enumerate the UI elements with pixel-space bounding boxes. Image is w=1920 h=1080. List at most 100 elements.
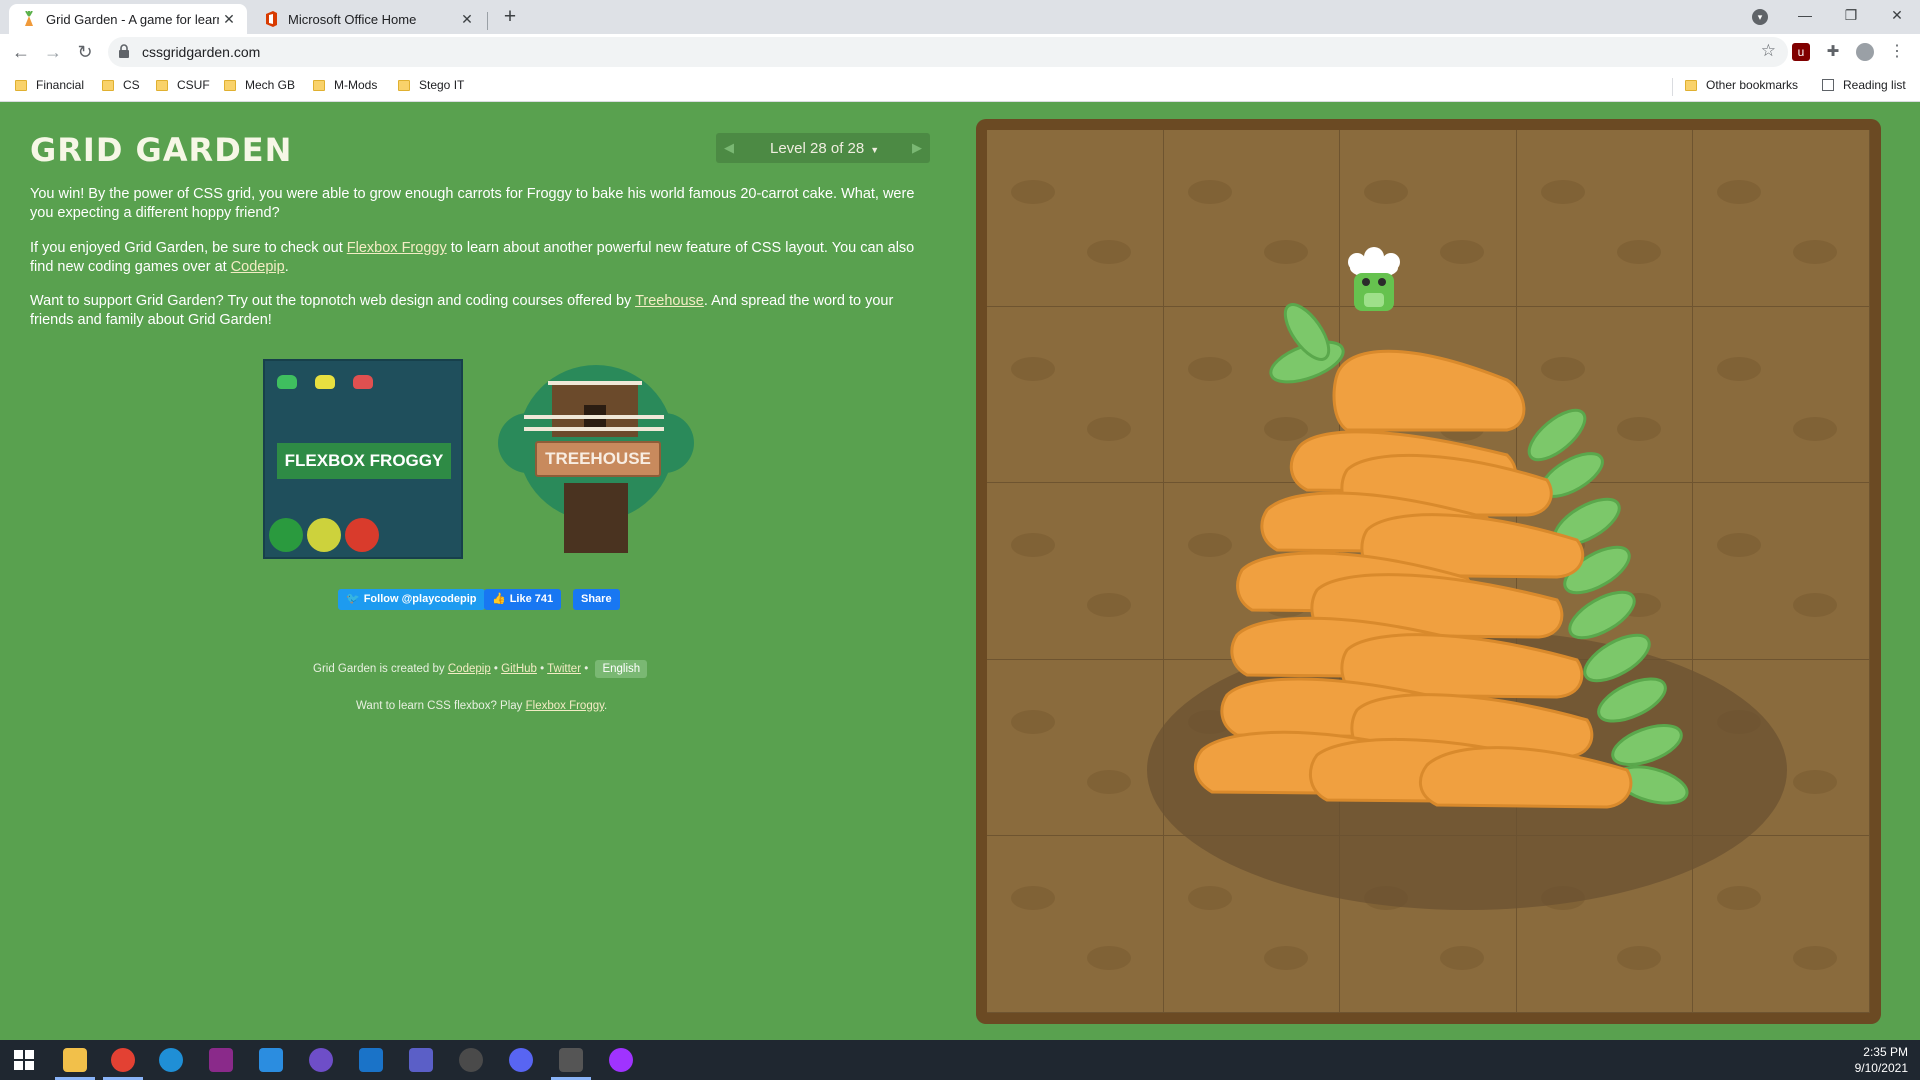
carrot-favicon-icon [21,11,37,27]
thumbs-up-icon: 👍 [492,593,506,605]
clock-date: 9/10/2021 [1854,1061,1908,1075]
pdf-app-icon[interactable] [209,1048,233,1072]
file-explorer-icon[interactable] [63,1048,87,1072]
enjoy-paragraph: If you enjoyed Grid Garden, be sure to c… [30,239,935,277]
bookmark-star-icon[interactable]: ☆ [1761,41,1776,61]
windows-start-icon[interactable] [12,1048,36,1072]
close-tab-icon[interactable]: ✕ [457,11,477,28]
folder-icon [313,79,325,91]
twitter-link[interactable]: Twitter [547,663,581,675]
forward-arrow-icon[interactable]: → [40,39,66,65]
bookmark-label: M-Mods [334,78,378,92]
windows-taskbar: 2:35 PM 9/10/2021 [0,1040,1920,1080]
red-frog-icon [353,375,373,389]
minimize-icon[interactable]: — [1782,2,1828,30]
level-text: Level 28 of 28 [770,140,865,157]
yellow-lilypad-icon [307,518,341,552]
bookmark-label: Financial [36,78,85,92]
text: • [536,663,548,675]
tab-strip: Grid Garden - A game for learnin ✕ Micro… [0,0,1920,34]
github-link[interactable]: GitHub [501,663,537,675]
flexbox-froggy-label: FLEXBOX FROGGY [277,443,451,479]
froggy-chef-icon [1348,247,1400,311]
tab-office[interactable]: Microsoft Office Home ✕ [251,4,485,34]
bookmark-label: Stego IT [419,78,465,92]
win-paragraph: You win! By the power of CSS grid, you w… [30,186,915,221]
extensions-puzzle-icon[interactable]: ✚ [1824,43,1842,61]
previous-level-arrow-icon[interactable]: ◀ [716,133,742,163]
text: . [284,259,289,275]
outlook-icon[interactable] [359,1048,383,1072]
like-label: Like 741 [509,593,554,605]
text: Want to support Grid Garden? Try out the… [30,293,636,309]
bookmark-financial[interactable]: Financial [15,78,84,92]
bookmark-stego-it[interactable]: Stego IT [398,78,464,92]
close-window-icon[interactable]: ✕ [1874,2,1920,30]
tab-separator [487,12,488,30]
flexbox-froggy-footer-link[interactable]: Flexbox Froggy [526,700,604,712]
back-arrow-icon[interactable]: ← [8,39,34,65]
menu-kebab-icon[interactable]: ⋮ [1888,43,1906,61]
reading-list[interactable]: Reading list [1822,78,1906,92]
facebook-share-button[interactable]: Share [573,589,620,610]
bookmark-mech-gb[interactable]: Mech GB [224,78,295,92]
folder-icon [15,79,27,91]
bookmark-cs[interactable]: CS [102,78,140,92]
flexbox-froggy-promo[interactable]: FLEXBOX FROGGY [263,359,463,559]
vscode-icon[interactable] [259,1048,283,1072]
text: • [581,663,592,675]
bookmark-csuf[interactable]: CSUF [156,78,210,92]
edge-icon[interactable] [159,1048,183,1072]
system-clock[interactable]: 2:35 PM 9/10/2021 [1855,1044,1908,1076]
bookmarks-bar: Financial CS CSUF Mech GB M-Mods Stego I… [0,70,1920,102]
bookmark-m-mods[interactable]: M-Mods [313,78,377,92]
folder-icon [102,79,114,91]
text: Want to learn CSS flexbox? Play [356,700,526,712]
github-desktop-icon[interactable] [309,1048,333,1072]
treehouse-link[interactable]: Treehouse [635,293,704,309]
other-bookmarks[interactable]: Other bookmarks [1685,78,1798,92]
text: . [604,700,608,712]
office-favicon-icon [263,11,279,27]
restore-icon[interactable]: ❐ [1828,2,1874,30]
facebook-like-button[interactable]: 👍 Like 741 [484,589,562,610]
folder-icon [224,79,236,91]
credits-line: Grid Garden is created by Codepip • GitH… [313,660,648,678]
tab-title: Grid Garden - A game for learnin [46,11,219,27]
reload-icon[interactable]: ↻ [72,39,98,65]
codepip-footer-link[interactable]: Codepip [448,663,491,675]
tab-title: Microsoft Office Home [288,11,417,27]
mouse-app-icon[interactable] [559,1048,583,1072]
codepip-link[interactable]: Codepip [231,259,285,275]
next-level-arrow-icon[interactable]: ▶ [904,133,930,163]
follow-label: Follow @playcodepip [363,593,477,605]
text: If you enjoyed Grid Garden, be sure to c… [30,240,347,256]
lock-icon [119,44,129,58]
chrome-icon[interactable] [111,1048,135,1072]
level-indicator[interactable]: Level 28 of 28 ▼ [770,140,879,157]
flexbox-froggy-link[interactable]: Flexbox Froggy [347,240,447,256]
discord-icon[interactable] [509,1048,533,1072]
reading-list-icon [1822,79,1834,91]
messenger-icon[interactable] [609,1048,633,1072]
new-tab-plus-icon[interactable]: + [498,6,522,30]
clock-time: 2:35 PM [1863,1045,1908,1059]
ublock-extension-icon[interactable]: u [1792,43,1810,61]
bookmark-label: Mech GB [245,78,296,92]
profile-avatar-icon[interactable] [1856,43,1874,61]
share-label: Share [581,593,612,605]
close-tab-icon[interactable]: ✕ [219,11,239,28]
language-button[interactable]: English [595,660,648,678]
slack-icon[interactable] [459,1048,483,1072]
tab-grid-garden[interactable]: Grid Garden - A game for learnin ✕ [9,4,247,34]
text: Grid Garden is created by [313,663,448,675]
twitter-bird-icon: 🐦 [346,593,360,605]
twitter-follow-button[interactable]: 🐦 Follow @playcodepip [338,589,485,610]
teams-icon[interactable] [409,1048,433,1072]
page-content: GRID GARDEN ◀ Level 28 of 28 ▼ ▶ You win!… [0,103,1920,1040]
address-bar[interactable]: cssgridgarden.com ☆ [108,37,1788,67]
tab-search-icon[interactable]: ▾ [1752,9,1768,25]
treehouse-label[interactable]: TREEHOUSE [535,441,661,477]
folder-icon [1685,79,1697,91]
level-selector: ◀ Level 28 of 28 ▼ ▶ [716,133,930,163]
